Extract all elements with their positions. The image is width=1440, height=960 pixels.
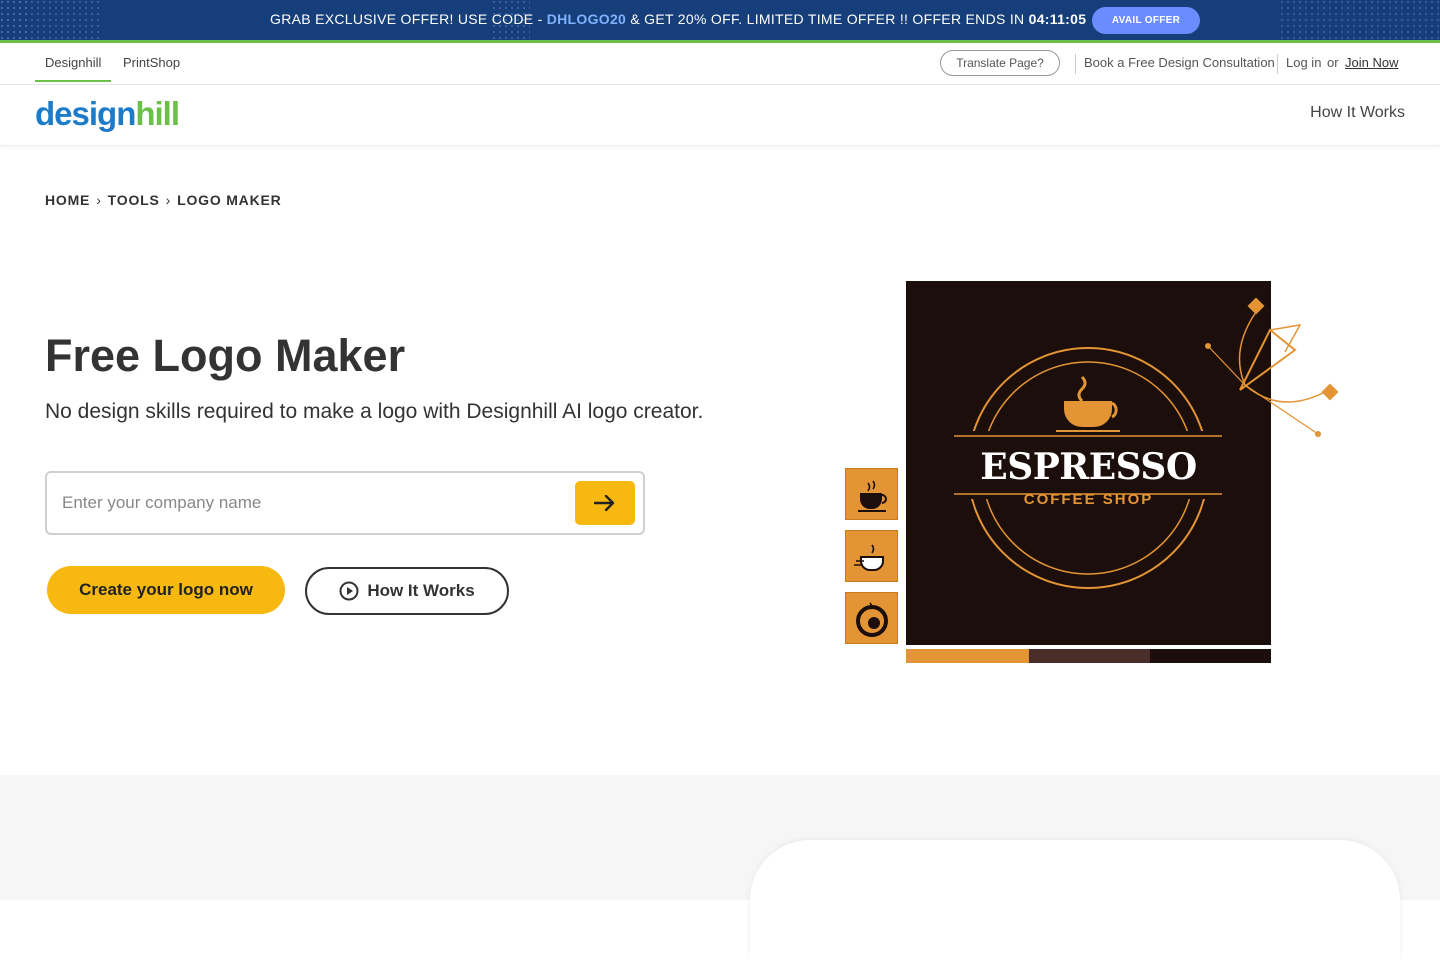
coffee-logo-thumb xyxy=(845,468,898,520)
page-title: Free Logo Maker xyxy=(45,330,406,381)
dot-pattern-right xyxy=(1280,0,1440,41)
utility-nav: Designhill PrintShop Translate Page? Boo… xyxy=(0,43,1440,85)
brand-tagline: COFFEE SHOP xyxy=(1023,491,1154,508)
divider xyxy=(1277,54,1278,74)
breadcrumb-logo-maker: LOGO MAKER xyxy=(177,192,282,208)
logo-design-text: design xyxy=(35,95,136,132)
logo-illustration: ESPRESSO COFFEE SHOP xyxy=(845,280,1345,665)
arrow-right-icon xyxy=(594,495,615,511)
submit-button[interactable] xyxy=(575,481,635,525)
join-now-link[interactable]: Join Now xyxy=(1345,55,1398,70)
login-link[interactable]: Log in xyxy=(1286,55,1321,70)
tab-designhill[interactable]: Designhill xyxy=(35,55,112,82)
promo-banner: GRAB EXCLUSIVE OFFER! USE CODE - DHLOGO2… xyxy=(0,0,1440,41)
company-name-form xyxy=(45,471,645,535)
how-it-works-nav-link[interactable]: How It Works xyxy=(1310,104,1405,122)
promo-timer: 04:11:05 xyxy=(1028,11,1087,27)
create-logo-button[interactable]: Create your logo now xyxy=(47,566,285,614)
content-card xyxy=(750,840,1400,960)
how-it-works-button[interactable]: How It Works xyxy=(305,567,509,615)
main-header: designhill How It Works xyxy=(0,85,1440,146)
play-icon xyxy=(339,581,359,601)
page-subtitle: No design skills required to make a logo… xyxy=(45,400,704,423)
coffee-cup-icon xyxy=(854,544,884,571)
or-text: or xyxy=(1327,55,1339,70)
promo-text-after: & GET 20% OFF. LIMITED TIME OFFER !! OFF… xyxy=(626,11,1029,27)
company-name-input[interactable] xyxy=(62,487,562,519)
promo-text-before: GRAB EXCLUSIVE OFFER! USE CODE - xyxy=(270,11,547,27)
promo-text: GRAB EXCLUSIVE OFFER! USE CODE - DHLOGO2… xyxy=(270,11,1086,27)
translate-button[interactable]: Translate Page? xyxy=(940,50,1060,76)
lower-section xyxy=(0,775,1440,960)
coffee-swirl-icon xyxy=(856,602,888,637)
promo-code: DHLOGO20 xyxy=(546,11,627,27)
consultation-link[interactable]: Book a Free Design Consultation xyxy=(1084,55,1275,70)
how-it-works-label: How It Works xyxy=(367,581,475,600)
breadcrumb: HOME › TOOLS › LOGO MAKER xyxy=(45,192,282,208)
dot-pattern-left xyxy=(0,0,100,41)
color-swatch xyxy=(1029,649,1150,663)
color-swatch xyxy=(906,649,1029,663)
breadcrumb-tools[interactable]: TOOLS xyxy=(108,192,160,208)
color-swatch xyxy=(1150,649,1271,663)
coffee-logo-thumb xyxy=(845,530,898,582)
breadcrumb-home[interactable]: HOME xyxy=(45,192,90,208)
pen-tool-icon xyxy=(1205,297,1339,437)
coffee-logo-thumb xyxy=(845,592,898,644)
designhill-logo[interactable]: designhill xyxy=(35,95,180,133)
coffee-cup-icon xyxy=(858,480,887,512)
divider xyxy=(1075,54,1076,74)
logo-hill-text: hill xyxy=(135,95,180,132)
chevron-right-icon: › xyxy=(165,192,172,208)
tab-printshop[interactable]: PrintShop xyxy=(123,55,180,70)
avail-offer-button[interactable]: AVAIL OFFER xyxy=(1092,7,1200,34)
chevron-right-icon: › xyxy=(96,192,102,208)
